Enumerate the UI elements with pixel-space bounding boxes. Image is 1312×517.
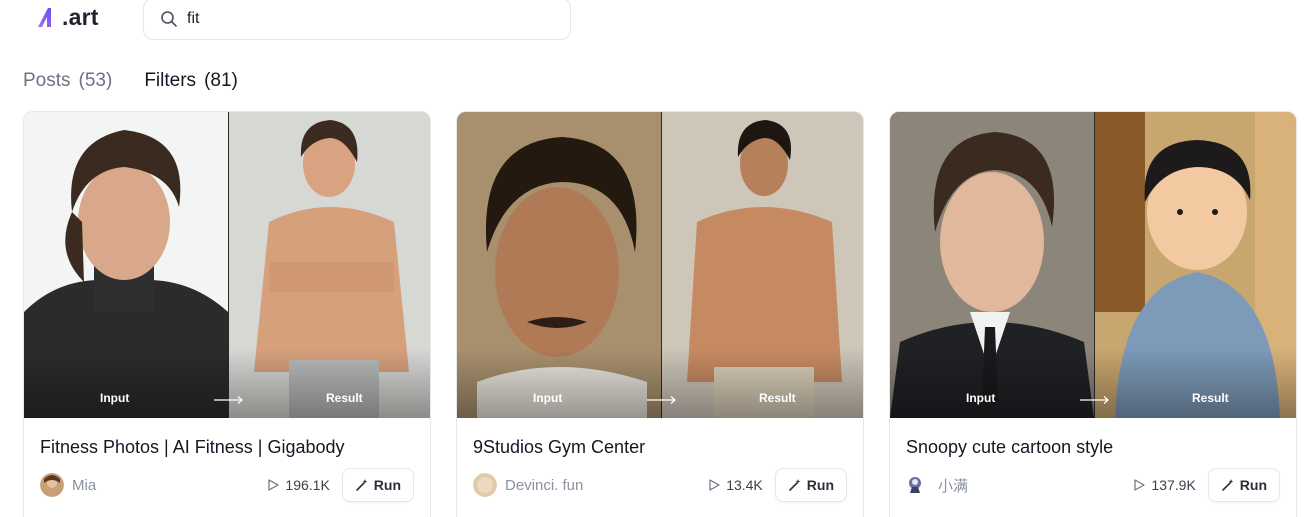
card-meta: Devinci. fun 13.4K Run [473, 468, 847, 502]
logo-text: .art [62, 3, 99, 30]
magic-wand-icon [355, 479, 368, 491]
run-button-label: Run [1239, 477, 1267, 493]
run-button[interactable]: Run [774, 468, 847, 502]
input-label: Input [100, 391, 130, 405]
avatar[interactable] [473, 473, 497, 497]
portrait-illustration [229, 112, 430, 418]
portrait-illustration [457, 112, 661, 418]
play-icon [1134, 479, 1146, 491]
author-name[interactable]: Devinci. fun [505, 477, 583, 494]
card-title[interactable]: Snoopy cute cartoon style [906, 437, 1113, 458]
input-image [457, 112, 661, 418]
tab-filters-label: Filters [144, 70, 197, 91]
tab-posts[interactable]: Posts (53) [23, 70, 112, 92]
logo-mark-icon [38, 8, 51, 27]
filter-card-grid: Input Result Fitness Photos | AI Fitness… [23, 111, 1297, 517]
search-input[interactable] [187, 10, 547, 28]
input-image [890, 112, 1094, 418]
filter-card[interactable]: Input Result 9Studios Gym Center Devinci… [456, 111, 864, 517]
play-icon [709, 479, 720, 491]
portrait-illustration [890, 112, 1094, 418]
run-button-label: Run [806, 477, 834, 493]
portrait-illustration [24, 112, 228, 418]
input-label: Input [533, 391, 563, 405]
card-meta: Mia 196.1K Run [40, 468, 414, 502]
card-preview[interactable]: Input Result [457, 112, 863, 418]
portrait-illustration [662, 112, 863, 418]
result-label: Result [326, 391, 363, 405]
result-image [661, 112, 863, 418]
run-button[interactable]: Run [1207, 468, 1280, 502]
play-icon [268, 479, 280, 491]
arrow-right-icon [1080, 396, 1109, 404]
result-label: Result [1192, 391, 1229, 405]
author-name[interactable]: 小满 [938, 475, 968, 496]
run-count: 196.1K [285, 477, 330, 493]
magic-wand-icon [788, 479, 801, 491]
arrow-right-icon [647, 396, 676, 404]
portrait-illustration [1095, 112, 1296, 418]
brand-logo[interactable]: .art [36, 2, 99, 32]
tab-filters[interactable]: Filters (81) [144, 70, 238, 92]
run-count: 137.9K [1151, 477, 1196, 493]
run-button[interactable]: Run [341, 468, 414, 502]
card-meta: 小满 137.9K Run [906, 468, 1280, 502]
avatar[interactable] [40, 473, 64, 497]
tab-posts-label: Posts [23, 70, 71, 91]
avatar[interactable] [906, 473, 930, 497]
input-label: Input [966, 391, 996, 405]
card-preview[interactable]: Input Result [890, 112, 1296, 418]
card-preview[interactable]: Input Result [24, 112, 430, 418]
run-count: 13.4K [726, 477, 763, 493]
author-name[interactable]: Mia [72, 477, 96, 494]
result-tabs: Posts (53) Filters (81) [23, 70, 238, 92]
tab-posts-count: (53) [78, 70, 113, 91]
run-button-label: Run [373, 477, 401, 493]
result-image [1094, 112, 1296, 418]
card-title[interactable]: Fitness Photos | AI Fitness | Gigabody [40, 437, 345, 458]
result-label: Result [759, 391, 796, 405]
filter-card[interactable]: Input Result Fitness Photos | AI Fitness… [23, 111, 431, 517]
filter-card[interactable]: Input Result Snoopy cute cartoon style 小… [889, 111, 1297, 517]
result-image [228, 112, 430, 418]
search-icon [161, 11, 177, 27]
search-bar[interactable] [143, 0, 571, 40]
arrow-right-icon [214, 396, 243, 404]
magic-wand-icon [1221, 479, 1234, 491]
tab-filters-count: (81) [204, 70, 238, 91]
card-title[interactable]: 9Studios Gym Center [473, 437, 645, 458]
input-image [24, 112, 228, 418]
